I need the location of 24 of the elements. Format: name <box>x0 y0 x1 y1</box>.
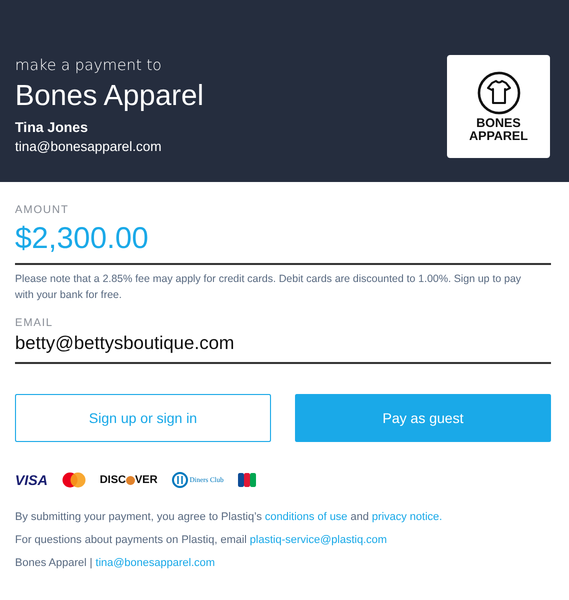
field-label: EMAIL <box>15 317 54 329</box>
sign-in-button[interactable]: Sign up or sign in <box>15 394 271 442</box>
discover-logo: DISC VER <box>100 474 158 486</box>
text-link[interactable]: privacy notice. <box>372 511 442 523</box>
contact-name: Tina Jones <box>15 119 89 135</box>
fee-note: Please note that a 2.85% fee may apply for credit cards. Debit cards are discounted to 1.00%. Sign up to pay with your bank for free. <box>15 272 522 303</box>
amount-field[interactable]: $2,300.00 <box>15 216 551 265</box>
email-field[interactable]: betty@bettysboutique.com <box>15 329 551 364</box>
field-label: AMOUNT <box>15 204 70 216</box>
pay-button[interactable]: Pay as guest <box>295 394 551 442</box>
text-link[interactable]: tina@bonesapparel.com <box>96 557 215 569</box>
footer-text: Bones Apparel | tina@bonesapparel.com <box>15 556 216 571</box>
text-link[interactable]: conditions of use <box>264 511 348 523</box>
t-shirt-icon <box>476 71 520 115</box>
text-link[interactable]: plastiq-service@plastiq.com <box>250 534 387 546</box>
footer-text: By submitting your payment, you agree to Plastiq’s conditions of use and privacy notice. <box>15 510 444 525</box>
logo-text: BONES APPAREL <box>469 117 528 142</box>
contact-email: tina@bonesapparel.com <box>15 139 163 154</box>
visa-logo: VISA <box>15 472 48 488</box>
intro-text: make a payment to <box>15 56 163 74</box>
mastercard-logo <box>62 472 86 488</box>
jcb-logo <box>238 473 256 487</box>
merchant-name: Bones Apparel <box>15 80 204 113</box>
footer-text: For questions about payments on Plastiq, email plastiq-service@plastiq.com <box>15 533 388 548</box>
